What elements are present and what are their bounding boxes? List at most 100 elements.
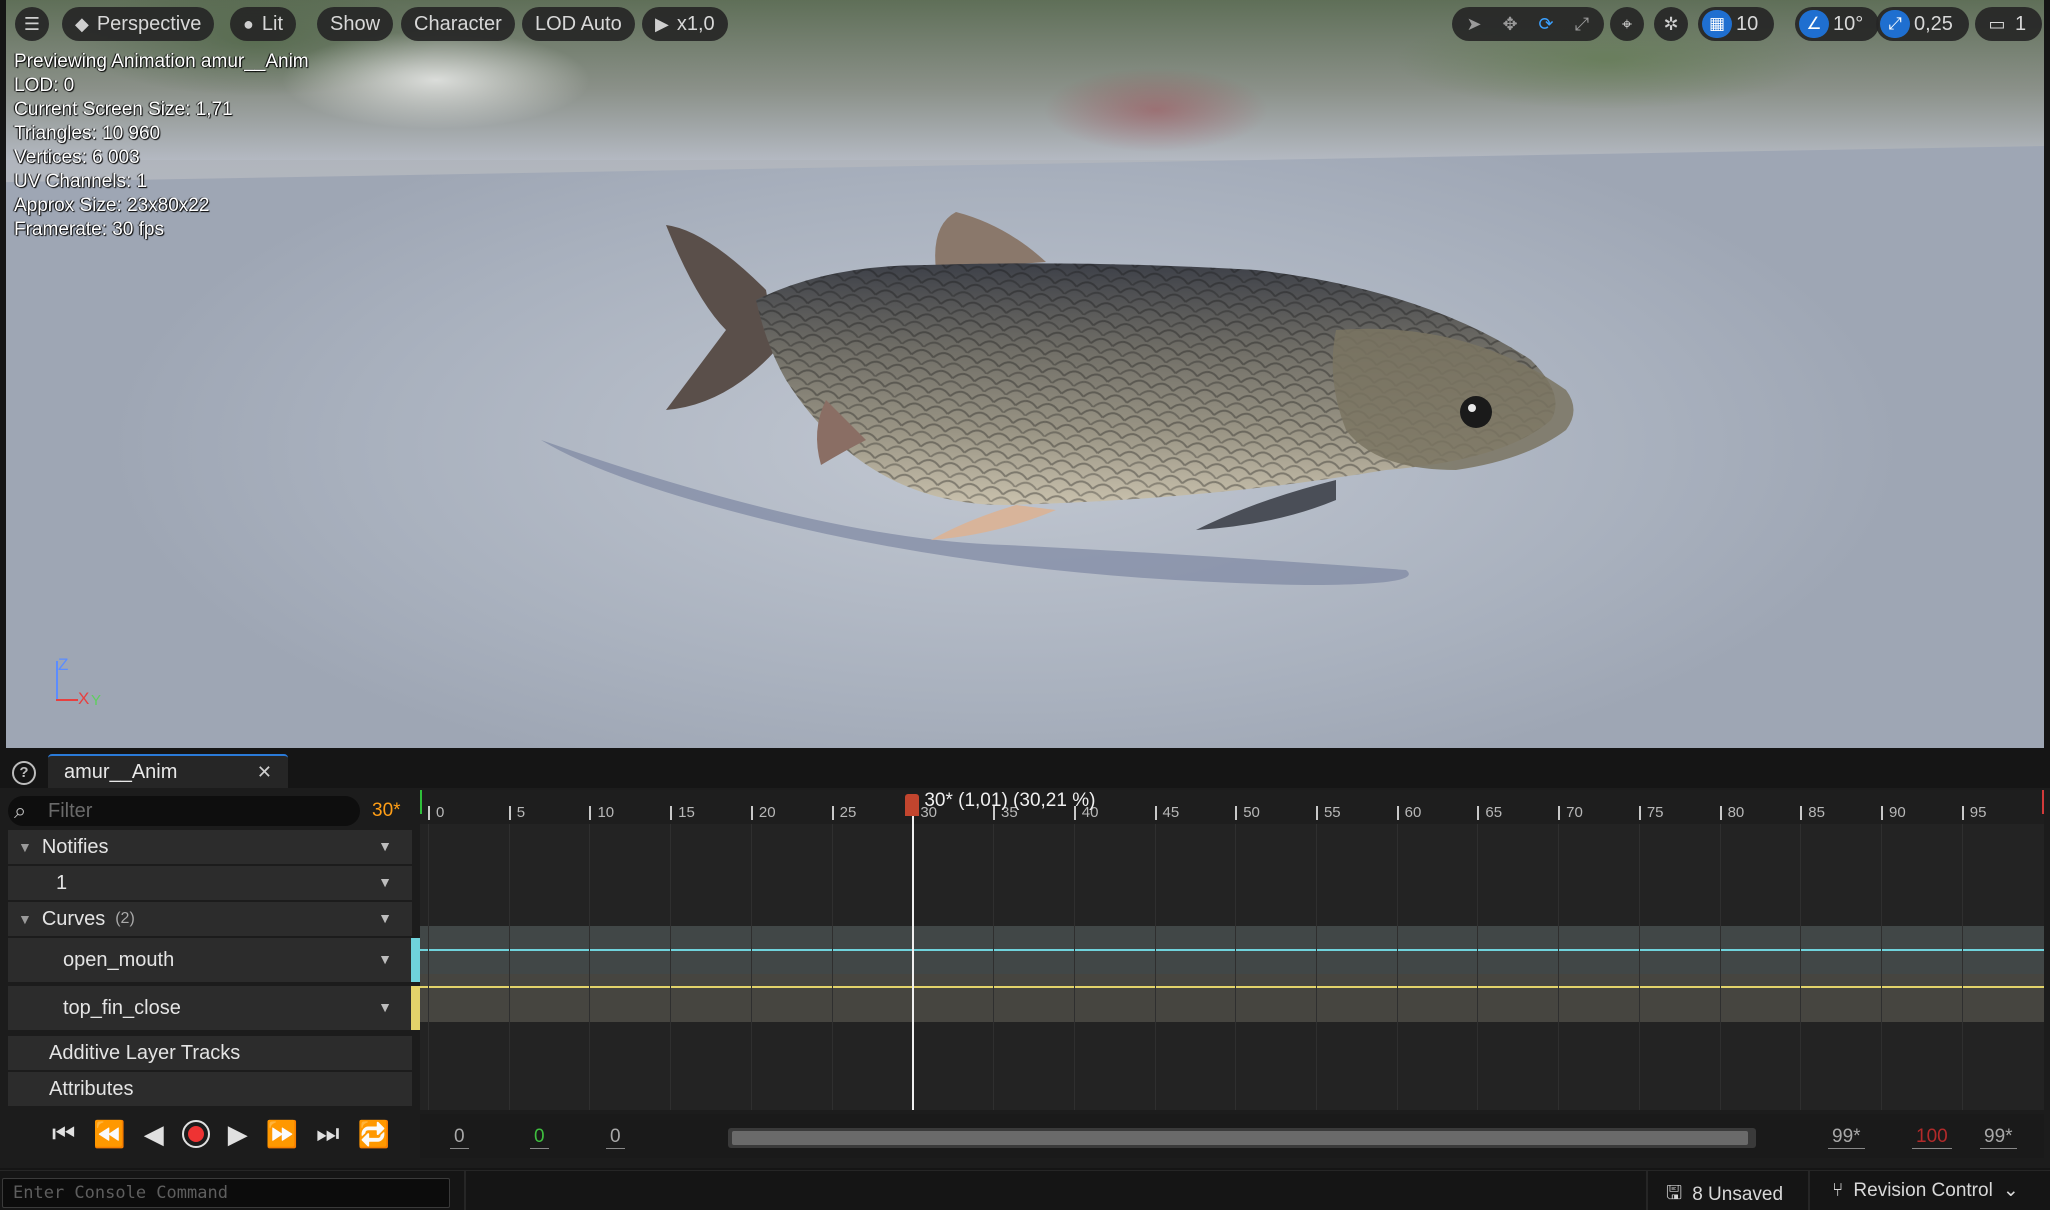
grid-snap-group[interactable]: ▦ 10 (1698, 7, 1775, 41)
view-range-bar: 0 0 0 99* 100 99* (420, 1114, 2044, 1158)
console-input[interactable] (13, 1183, 439, 1203)
track-curve-top-fin-close[interactable]: top_fin_close ▼ (8, 986, 420, 1030)
track-notifies[interactable]: ▼ Notifies ▼ (8, 830, 412, 864)
character-button[interactable]: Character (401, 7, 515, 41)
lit-label: Lit (261, 12, 283, 35)
tab-title: amur__Anim (64, 761, 178, 783)
playspeed-button[interactable]: ▶ x1,0 (642, 7, 728, 41)
working-start-field[interactable]: 0 (530, 1126, 549, 1149)
timeline-gridline (1719, 824, 1721, 1110)
timeline-tick-label: 10 (589, 805, 614, 820)
surface-snap-icon: ✲ (1663, 13, 1679, 34)
filter-input[interactable] (48, 798, 348, 824)
select-tool-icon[interactable]: ➤ (1456, 7, 1492, 41)
dropdown-arrow-icon[interactable]: ▼ (378, 910, 392, 926)
camera-speed-group[interactable]: ▭ 1 (1975, 7, 2043, 41)
scale-snap-group[interactable]: ⤢ 0,25 (1876, 7, 1969, 41)
perspective-button[interactable]: ◆ Perspective (62, 7, 215, 41)
show-button[interactable]: Show (317, 7, 394, 41)
grid-snap-value[interactable]: 10 (1732, 13, 1770, 36)
track-attributes[interactable]: Attributes (8, 1072, 412, 1106)
dropdown-arrow-icon[interactable]: ▼ (378, 838, 392, 854)
viewport-menu-button[interactable]: ☰ (15, 7, 49, 41)
close-icon[interactable]: ✕ (257, 762, 272, 783)
scale-snap-icon[interactable]: ⤢ (1880, 10, 1910, 38)
loop-icon[interactable]: 🔁 (358, 1119, 390, 1150)
timeline-gridline (1477, 824, 1479, 1110)
timeline-gridline (993, 824, 995, 1110)
track-curves[interactable]: ▼ Curves (2) ▼ (8, 902, 412, 936)
camera-icon[interactable]: ▭ (1979, 7, 2015, 41)
lit-button[interactable]: ● Lit (230, 7, 296, 41)
range-end-field[interactable]: 99* (1980, 1126, 2017, 1149)
timeline-ruler[interactable]: 0 5 10 15 20 25 30 35 40 45 50 55 60 65 70 75 80 85 90 95 (420, 790, 2044, 824)
timeline-gridline (1396, 824, 1398, 1110)
timeline-tick-label: 45 (1154, 805, 1179, 820)
lod-button[interactable]: LOD Auto (522, 7, 635, 41)
search-icon: ⌕ (14, 798, 27, 823)
scale-snap-value[interactable]: 0,25 (1910, 13, 1965, 36)
collapse-arrow-icon[interactable]: ▼ (18, 839, 32, 855)
view-range-scrollbar[interactable] (728, 1128, 1756, 1148)
transform-tools-group: ➤ ✥ ⟳ ⤢ (1452, 7, 1604, 41)
camera-speed-value[interactable]: 1 (2015, 13, 2038, 36)
scale-tool-icon[interactable]: ⤢ (1564, 7, 1600, 41)
tab-amur-anim[interactable]: amur__Anim ✕ (48, 754, 288, 788)
hamburger-menu-icon: ☰ (23, 13, 41, 34)
rotation-snap-icon[interactable]: ∠ (1799, 10, 1829, 38)
dropdown-arrow-icon[interactable]: ▼ (378, 951, 392, 967)
step-forward-icon[interactable]: ⏩ (266, 1119, 298, 1150)
dropdown-arrow-icon[interactable]: ▼ (378, 999, 392, 1015)
collapse-arrow-icon[interactable]: ▼ (18, 911, 32, 927)
working-end-field[interactable]: 100 (1912, 1126, 1952, 1149)
branch-icon: ⑂ (1832, 1179, 1844, 1201)
range-start-field[interactable]: 0 (450, 1126, 469, 1149)
playhead-line[interactable] (912, 808, 915, 1110)
view-end-field[interactable]: 99* (1828, 1126, 1865, 1149)
grid-snap-icon[interactable]: ▦ (1702, 10, 1732, 38)
go-to-end-icon[interactable]: ⏭ (316, 1118, 339, 1150)
timeline-track-area[interactable]: 0 5 10 15 20 25 30 35 40 45 50 55 60 65 70 75 80 85 90 95 3… (420, 790, 2044, 1110)
range-start-marker[interactable] (420, 790, 422, 814)
track-notifies-label: Notifies (41, 835, 109, 858)
timeline-gridline (428, 824, 429, 1110)
playspeed-label: x1,0 (676, 12, 715, 35)
dropdown-arrow-icon[interactable]: ▼ (378, 874, 392, 890)
play-forward-icon[interactable]: ▶ (228, 1119, 248, 1150)
record-icon (187, 1126, 204, 1142)
track-curves-label: Curves (41, 907, 106, 930)
rotate-tool-icon[interactable]: ⟳ (1528, 7, 1564, 41)
stat-screen-size: Current Screen Size: 1,71 (14, 99, 233, 120)
track-notify-1[interactable]: 1 ▼ (8, 866, 412, 900)
timeline-gridline (1315, 824, 1317, 1110)
revision-control-label: Revision Control (1853, 1179, 1993, 1201)
range-end-marker[interactable] (2042, 790, 2044, 814)
track-filter[interactable]: ⌕ (8, 796, 360, 826)
timeline-tick-label: 55 (1315, 805, 1341, 820)
console-command-box[interactable] (2, 1178, 450, 1208)
status-bar: 🖫 8 Unsaved ⑂ Revision Control ⌄ (0, 1170, 2050, 1210)
view-start-field[interactable]: 0 (606, 1126, 625, 1149)
stat-previewing: Previewing Animation amur__Anim (14, 51, 309, 72)
track-additive-layers[interactable]: Additive Layer Tracks (8, 1036, 412, 1070)
timeline-gridline (750, 824, 752, 1110)
animation-viewport[interactable]: Previewing Animation amur__Anim LOD: 0 C… (6, 0, 2044, 748)
local-space-button[interactable]: ⌖ (1610, 7, 1644, 41)
step-back-icon[interactable]: ⏪ (93, 1119, 125, 1150)
unsaved-button[interactable]: 🖫 8 Unsaved (1666, 1179, 1783, 1210)
view-range-thumb[interactable] (732, 1131, 1748, 1145)
rotation-snap-value[interactable]: 10° (1829, 13, 1875, 36)
record-button[interactable] (181, 1120, 210, 1148)
help-icon[interactable]: ? (12, 761, 36, 785)
track-curve-open-mouth[interactable]: open_mouth ▼ (8, 938, 420, 982)
stat-framerate: Framerate: 30 fps (14, 219, 164, 240)
rotation-snap-group[interactable]: ∠ 10° (1795, 7, 1880, 41)
playhead-handle[interactable] (905, 794, 920, 816)
curves-count: (2) (115, 910, 135, 927)
play-reverse-icon[interactable]: ◀ (144, 1119, 164, 1150)
translate-tool-icon[interactable]: ✥ (1492, 7, 1528, 41)
go-to-start-icon[interactable]: ⏮ (52, 1118, 75, 1150)
save-icon: 🖫 (1666, 1183, 1683, 1204)
revision-control-button[interactable]: ⑂ Revision Control ⌄ (1832, 1179, 2019, 1202)
surface-snap-button[interactable]: ✲ (1654, 7, 1688, 41)
